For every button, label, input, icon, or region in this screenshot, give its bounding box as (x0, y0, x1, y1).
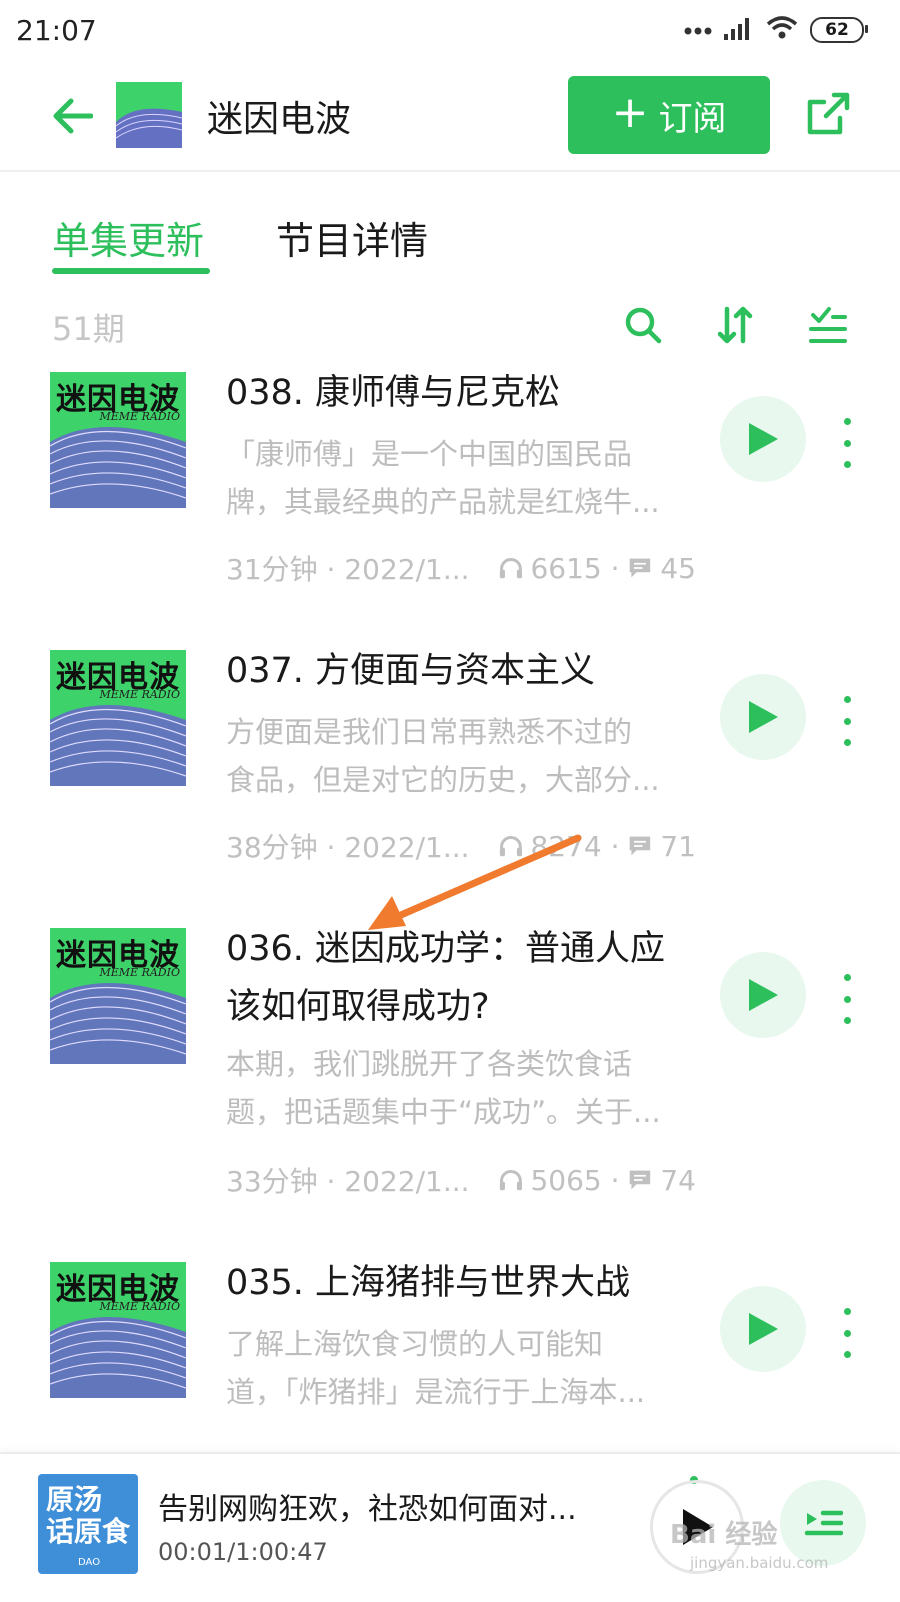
play-button[interactable] (720, 1286, 806, 1372)
episode-cover: 迷因电波 MEME RADIO (50, 372, 186, 508)
episode-cover: 迷因电波 MEME RADIO (50, 650, 186, 786)
podcast-cover-thumbnail (115, 82, 183, 148)
header: 迷因电波 + 订阅 (0, 62, 900, 172)
share-icon (807, 92, 850, 135)
cover-brand: DAO (78, 1557, 101, 1568)
episode-description-line: 食品，但是对它的历史，大部分... (226, 763, 660, 797)
play-button[interactable] (720, 674, 806, 760)
episode-description: 了解上海饮食习惯的人可能知 道，「炸猪排」是流行于上海本... (226, 1320, 686, 1416)
tab-details[interactable]: 节目详情 (276, 210, 428, 265)
play-icon (749, 979, 778, 1011)
episode-duration-date: 31分钟 · 2022/1... (226, 553, 470, 586)
episode-comment-count: 71 (660, 829, 696, 863)
now-playing-title: 告别网购狂欢，社恐如何面对... (158, 1492, 577, 1527)
play-icon (749, 423, 778, 455)
headphones-icon (499, 835, 522, 857)
episode-description-line: 方便面是我们日常再熟悉不过的 (226, 715, 633, 749)
more-vertical-icon (843, 418, 851, 425)
multi-select-button[interactable] (805, 302, 851, 348)
episode-description: 「康师傅」是一个中国的国民品 牌，其最经典的产品就是红烧牛... (226, 430, 686, 526)
episode-comment-count: 45 (660, 551, 696, 585)
comment-icon (630, 1170, 651, 1190)
cover-subtitle: MEME RADIO (99, 966, 181, 979)
more-vertical-icon (843, 974, 851, 981)
status-icons: 62 (684, 16, 868, 44)
episode-duration-date: 33分钟 · 2022/1... (226, 1165, 470, 1198)
episode-duration-date: 38分钟 · 2022/1... (226, 831, 470, 864)
active-tab-indicator (52, 268, 210, 274)
episode-toolbar: 51期 (0, 290, 900, 360)
episode-count: 51期 (52, 310, 125, 348)
headphones-icon (499, 1169, 522, 1191)
episode-description-line: 牌，其最经典的产品就是红烧牛... (226, 485, 660, 519)
episode-play-count: 5065 (530, 1163, 602, 1197)
subscribe-label: 订阅 (658, 98, 727, 139)
episode-title: 036. 迷因成功学：普通人应该如何取得成功? (226, 929, 666, 1027)
tab-episodes[interactable]: 单集更新 (52, 210, 204, 265)
search-button[interactable] (620, 302, 666, 348)
episode-play-count: 8274 (530, 829, 602, 863)
share-button[interactable] (798, 84, 858, 144)
episode-comment-count: 74 (660, 1163, 696, 1197)
episode-description: 本期，我们跳脱开了各类饮食话 题，把话题集中于“成功”。关于... (226, 1040, 686, 1136)
sort-icon (717, 306, 753, 344)
checklist-icon (809, 307, 847, 343)
episode-description-line: 道，「炸猪排」是流行于上海本... (226, 1375, 646, 1409)
episode-description: 方便面是我们日常再熟悉不过的 食品，但是对它的历史，大部分... (226, 708, 686, 804)
arrow-left-icon (53, 98, 93, 134)
status-time: 21:07 (16, 14, 97, 47)
episode-cover: 迷因电波 MEME RADIO (50, 1262, 186, 1398)
sort-button[interactable] (712, 302, 758, 348)
more-options-button[interactable] (835, 974, 859, 1024)
podcast-title: 迷因电波 (207, 99, 352, 140)
now-playing-cover: 原汤 话原食 DAO (38, 1474, 138, 1574)
more-options-button[interactable] (835, 418, 859, 468)
cover-art-text: 原汤 话原食 (46, 1483, 131, 1548)
playback-time: 00:01/1:00:47 (158, 1538, 328, 1566)
episode-title: 035. 上海猪排与世界大战 (226, 1263, 631, 1303)
headphones-icon (499, 557, 522, 579)
play-button[interactable] (720, 396, 806, 482)
subscribe-button[interactable]: + 订阅 (568, 76, 770, 154)
plus-icon: + (611, 87, 649, 138)
back-button[interactable] (42, 86, 102, 146)
search-icon (625, 307, 662, 344)
episode-cover: 迷因电波 MEME RADIO (50, 928, 186, 1064)
more-options-button[interactable] (835, 696, 859, 746)
more-options-button[interactable] (835, 1308, 859, 1358)
episode-meta: 33分钟 · 2022/1... 5065 · 74 (226, 1160, 696, 1200)
episode-description-line: 本期，我们跳脱开了各类饮食话 (226, 1047, 633, 1081)
episode-description-line: 题，把话题集中于“成功”。关于... (226, 1095, 661, 1129)
episode-play-count: 6615 (530, 551, 602, 585)
battery-icon: 62 (810, 17, 868, 43)
signal-icon (724, 16, 754, 44)
playlist-icon (804, 1510, 843, 1536)
episode-description-line: 了解上海饮食习惯的人可能知 (226, 1327, 604, 1361)
episode-meta: 38分钟 · 2022/1... 8274 · 71 (226, 826, 696, 866)
watermark: Bai 经验 (670, 1520, 778, 1550)
episode-title: 038. 康师傅与尼克松 (226, 373, 561, 413)
wifi-icon (766, 16, 798, 44)
status-bar: 21:07 62 (0, 0, 900, 62)
tab-bar: 单集更新 节目详情 (0, 170, 900, 280)
mini-player[interactable]: 原汤 话原食 DAO 告别网购狂欢，社恐如何面对... 00:01/1:00:4… (0, 1452, 900, 1602)
comment-icon (630, 558, 651, 578)
episode-meta: 31分钟 · 2022/1... 6615 · 45 (226, 548, 696, 588)
more-dots-icon (684, 21, 712, 40)
comment-icon (630, 836, 651, 856)
cover-subtitle: MEME RADIO (99, 410, 181, 423)
cover-subtitle: MEME RADIO (99, 1300, 181, 1313)
episode-title: 037. 方便面与资本主义 (226, 651, 596, 691)
play-icon (749, 701, 778, 733)
cover-subtitle: MEME RADIO (99, 688, 181, 701)
watermark-url: jingyan.baidu.com (690, 1554, 829, 1572)
more-vertical-icon (843, 696, 851, 703)
more-vertical-icon (843, 1308, 851, 1315)
play-button[interactable] (720, 952, 806, 1038)
play-icon (749, 1313, 778, 1345)
episode-description-line: 「康师傅」是一个中国的国民品 (226, 437, 633, 471)
